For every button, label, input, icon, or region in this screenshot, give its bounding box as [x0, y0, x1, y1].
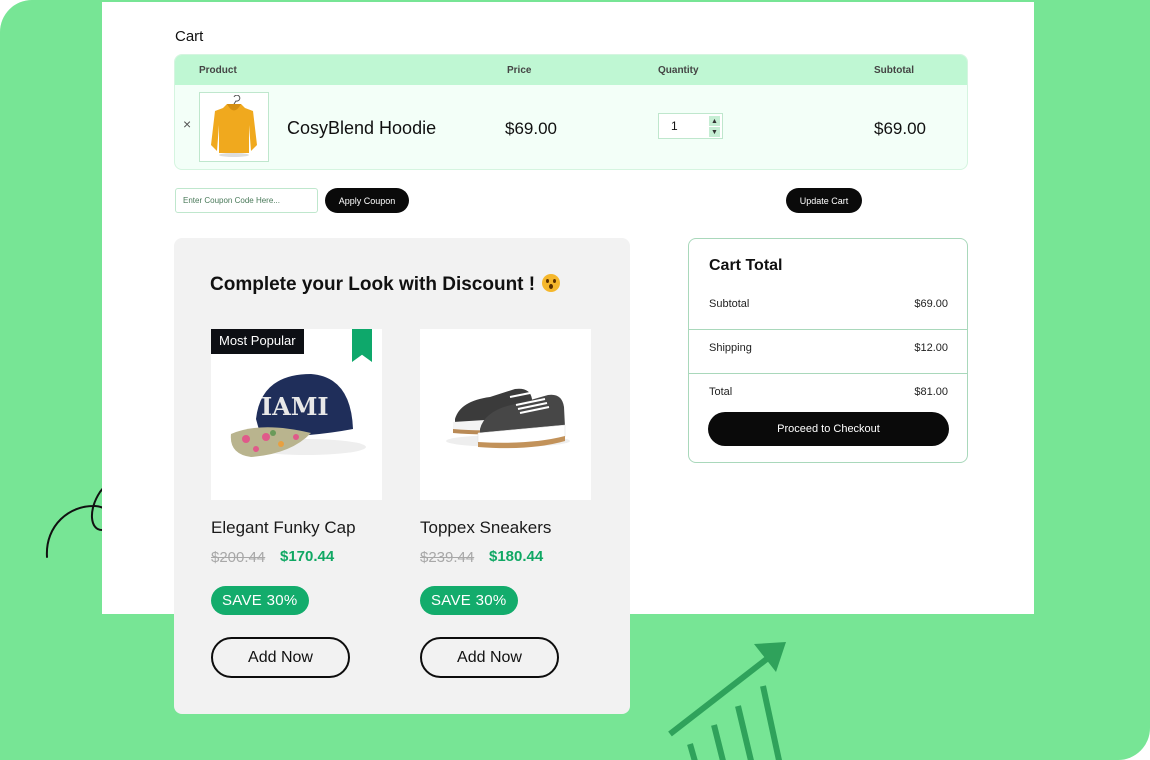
- product-subtotal: $69.00: [874, 119, 926, 138]
- total-label: Total: [709, 386, 733, 398]
- growth-arrow-icon: [668, 642, 786, 760]
- upsell-product-name[interactable]: Toppex Sneakers: [420, 518, 551, 538]
- add-now-button[interactable]: Add Now: [211, 637, 350, 678]
- hoodie-icon: [211, 95, 257, 157]
- total-value: $81.00: [914, 386, 948, 398]
- original-price: $200.44: [211, 549, 266, 566]
- column-header-subtotal: Subtotal: [874, 65, 914, 76]
- update-cart-button[interactable]: Update Cart: [786, 188, 862, 213]
- product-card: Toppex Sneakers $239.44 $180.44 SAVE 30%…: [420, 329, 591, 678]
- save-badge: SAVE 30%: [420, 586, 518, 615]
- shipping-label: Shipping: [709, 342, 752, 354]
- column-header-product: Product: [199, 65, 237, 76]
- upsell-panel: Complete your Look with Discount ! IAMI …: [174, 238, 630, 714]
- product-price: $69.00: [505, 119, 557, 138]
- proceed-to-checkout-button[interactable]: Proceed to Checkout: [708, 412, 949, 446]
- increment-icon[interactable]: ▲: [709, 116, 720, 126]
- product-image[interactable]: [420, 329, 591, 500]
- quantity-stepper[interactable]: 1 ▲ ▼: [658, 113, 723, 139]
- add-now-button[interactable]: Add Now: [420, 637, 559, 678]
- product-card: IAMI Most Popular Elegant Funky Cap $200…: [211, 329, 382, 678]
- upsell-title: Complete your Look with Discount !: [210, 274, 561, 296]
- subtotal-value: $69.00: [914, 298, 948, 310]
- discounted-price: $170.44: [280, 548, 335, 565]
- cart-total-card: Cart Total Subtotal $69.00 Shipping $12.…: [688, 238, 968, 463]
- upsell-product-name[interactable]: Elegant Funky Cap: [211, 518, 356, 538]
- original-price: $239.44: [420, 549, 475, 566]
- coupon-code-input[interactable]: [175, 188, 318, 213]
- sneakers-icon: [446, 388, 570, 449]
- product-image[interactable]: IAMI Most Popular: [211, 329, 382, 500]
- apply-coupon-button[interactable]: Apply Coupon: [325, 188, 409, 213]
- discounted-price: $180.44: [489, 548, 544, 565]
- svg-text:IAMI: IAMI: [261, 392, 329, 421]
- shipping-value: $12.00: [914, 342, 948, 354]
- upsell-title-text: Complete your Look with Discount !: [210, 274, 536, 295]
- decrement-icon[interactable]: ▼: [709, 127, 720, 137]
- product-thumbnail[interactable]: [199, 92, 269, 162]
- cart-table-header: Product Price Quantity Subtotal: [175, 55, 967, 85]
- cart-table: Product Price Quantity Subtotal × CosyBl…: [174, 54, 968, 170]
- subtotal-label: Subtotal: [709, 298, 750, 310]
- product-name[interactable]: CosyBlend Hoodie: [287, 118, 436, 139]
- remove-item-button[interactable]: ×: [183, 117, 191, 131]
- subtotal-row: Subtotal $69.00: [689, 286, 967, 330]
- shipping-row: Shipping $12.00: [689, 330, 967, 374]
- cart-heading: Cart: [175, 28, 204, 45]
- column-header-price: Price: [507, 65, 532, 76]
- column-header-quantity: Quantity: [658, 65, 699, 76]
- cart-total-title: Cart Total: [709, 257, 783, 274]
- save-badge: SAVE 30%: [211, 586, 309, 615]
- surprised-face-icon: [542, 274, 561, 292]
- quantity-value[interactable]: 1: [671, 119, 678, 133]
- most-popular-badge: Most Popular: [211, 329, 304, 354]
